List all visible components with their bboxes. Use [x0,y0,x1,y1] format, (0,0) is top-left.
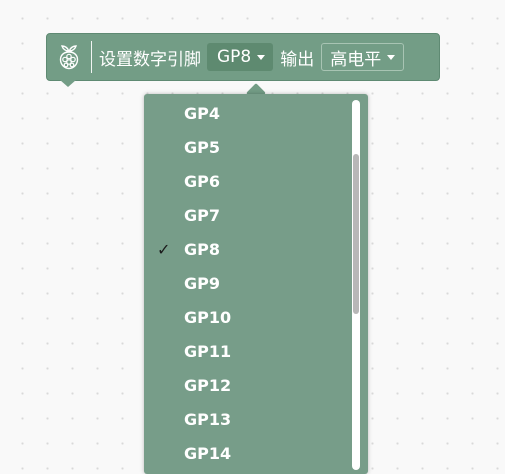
dropdown-item-label: GP9 [184,274,220,293]
level-value: 高电平 [330,49,382,70]
level-dropdown-field[interactable]: 高电平 [321,43,405,71]
dropdown-item-gp10[interactable]: GP10 [144,301,349,335]
dropdown-item-label: GP4 [184,104,220,123]
dropdown-item-gp9[interactable]: GP9 [144,267,349,301]
dropdown-list: GP3GP4GP5GP6GP7✓GP8GP9GP10GP11GP12GP13GP… [144,94,349,471]
dropdown-item-label: GP8 [184,240,220,259]
dropdown-item-gp12[interactable]: GP12 [144,369,349,403]
pin-dropdown-menu: GP3GP4GP5GP6GP7✓GP8GP9GP10GP11GP12GP13GP… [144,94,368,474]
pin-dropdown-field[interactable]: GP8 [207,43,274,71]
chevron-down-icon [387,55,396,60]
set-digital-pin-block[interactable]: 设置数字引脚 GP8 输出 高电平 [46,33,440,81]
scrollbar-thumb[interactable] [353,154,359,314]
dropdown-item-label: GP10 [184,308,232,327]
chevron-down-icon [257,55,266,60]
dropdown-item-gp5[interactable]: GP5 [144,131,349,165]
dropdown-item-gp4[interactable]: GP4 [144,97,349,131]
block-label: 设置数字引脚 [99,49,201,70]
dropdown-item-label: GP13 [184,410,232,429]
output-label: 输出 [280,49,315,70]
dropdown-item-gp14[interactable]: GP14 [144,437,349,471]
dropdown-item-gp8[interactable]: ✓ GP8 [144,233,349,267]
dropdown-item-label: GP11 [184,342,232,361]
dropdown-item-gp11[interactable]: GP11 [144,335,349,369]
dropdown-item-label: GP7 [184,206,220,225]
block-connector-notch [60,80,76,87]
dropdown-scrollbar[interactable] [352,100,360,470]
dropdown-item-gp13[interactable]: GP13 [144,403,349,437]
dropdown-item-gp6[interactable]: GP6 [144,165,349,199]
dropdown-item-label: GP5 [184,138,220,157]
dropdown-item-label: GP14 [184,444,232,463]
block-divider [91,41,92,73]
raspberry-pi-icon [47,34,91,80]
pin-value: GP8 [217,47,252,67]
dropdown-item-gp7[interactable]: GP7 [144,199,349,233]
dropdown-item-label: GP12 [184,376,232,395]
dropdown-item-label: GP6 [184,172,220,191]
check-icon: ✓ [157,240,171,259]
